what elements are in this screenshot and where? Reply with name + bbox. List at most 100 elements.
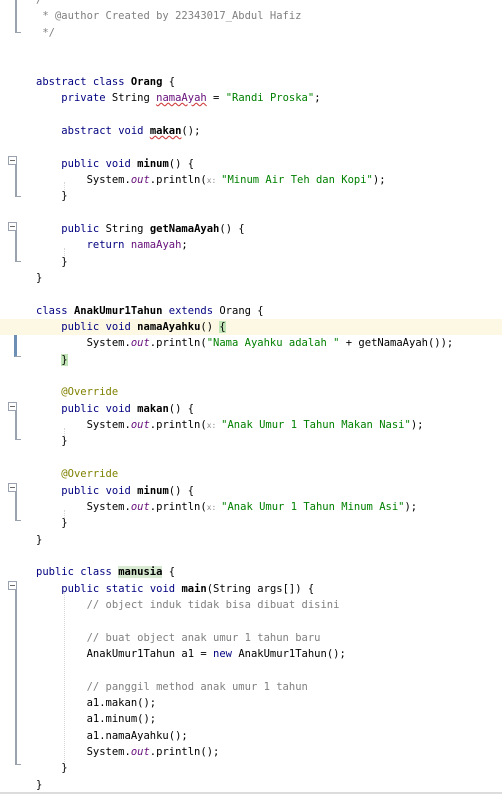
code-line[interactable] [0,548,502,564]
code-line[interactable]: a1.makan(); [0,695,502,711]
code-token: String [105,222,150,235]
code-line[interactable]: System.out.println(); [0,744,502,760]
code-line[interactable] [0,205,502,221]
code-line[interactable]: } [0,515,502,531]
code-token: System. [36,500,131,513]
code-token: out [130,173,150,186]
code-line[interactable]: System.out.println(x: "Minum Air Teh dan… [0,172,502,188]
code-text: } [36,760,68,776]
code-line[interactable]: public class manusia { [0,564,502,580]
code-line[interactable]: public void minum() { [0,156,502,172]
code-token: void [105,402,138,415]
code-line[interactable] [0,106,502,122]
code-text: System.out.println(x: "Minum Air Teh dan… [36,172,386,189]
code-token: () [200,321,220,333]
code-line[interactable]: } [0,270,502,286]
code-text: public String getNamaAyah() { [36,221,244,237]
code-line[interactable]: @Override [0,466,502,482]
code-line[interactable]: } [0,188,502,204]
code-token: abstract [61,124,119,137]
code-line[interactable]: */ [0,25,502,41]
code-token: return [86,239,131,252]
code-token: public [36,566,81,579]
code-token: ); [404,500,418,513]
code-line[interactable]: @Override [0,384,502,400]
code-line[interactable]: } [0,433,502,449]
code-token: x: [206,175,222,185]
code-token: { [162,75,176,88]
code-line[interactable]: abstract void makan(); [0,123,502,139]
code-token: // object induk tidak bisa dibuat disini [86,598,340,611]
code-line[interactable]: abstract class Orang { [0,74,502,90]
code-line[interactable] [0,57,502,73]
code-text: public static void main(String args[]) { [36,581,314,597]
code-token: "Anak Umur 1 Tahun Minum Asi" [221,500,405,513]
code-token: { [162,566,176,579]
code-text: public class manusia { [36,564,175,580]
code-text: public void makan() { [36,401,194,417]
code-token: } [36,435,68,448]
code-line[interactable] [0,41,502,57]
code-line[interactable]: } [0,760,502,776]
code-line[interactable]: public String getNamaAyah() { [0,221,502,237]
code-line[interactable]: private String namaAyah = "Randi Proska"… [0,90,502,106]
code-line[interactable] [0,368,502,384]
code-token: "Minum Air Teh dan Kopi" [221,173,373,186]
code-line[interactable] [0,613,502,629]
code-line[interactable]: public void makan() { [0,401,502,417]
code-line[interactable]: System.out.println(x: "Anak Umur 1 Tahun… [0,499,502,515]
code-line[interactable]: public void minum() { [0,483,502,499]
code-line[interactable]: a1.namaAyahku(); [0,728,502,744]
code-line[interactable]: AnakUmur1Tahun a1 = new AnakUmur1Tahun()… [0,646,502,662]
code-token: } [36,762,68,775]
code-token: minum [137,157,169,170]
code-token: ; [314,92,321,105]
code-line[interactable]: // buat object anak umur 1 tahun baru [0,630,502,646]
code-line[interactable]: } [0,777,502,793]
code-line[interactable]: class AnakUmur1Tahun extends Orang { [0,303,502,319]
code-token: */ [36,26,55,39]
code-token: .println( [149,500,207,513]
code-token: @Override [61,468,119,481]
code-text: a1.namaAyahku(); [36,728,188,744]
code-token: AnakUmur1Tahun [73,304,163,317]
code-line[interactable] [0,286,502,302]
code-line[interactable]: public static void main(String args[]) { [0,581,502,597]
code-token: @Override [61,386,119,399]
code-line[interactable]: // panggil method anak umur 1 tahun [0,679,502,695]
code-line[interactable]: System.out.println("Nama Ayahku adalah "… [0,335,502,351]
code-line[interactable]: } [0,254,502,270]
code-line[interactable] [0,450,502,466]
code-line[interactable] [0,139,502,155]
code-editor[interactable]: /** * @author Created by 22343017_Abdul … [0,0,502,794]
code-token: void [105,321,138,333]
code-text: // panggil method anak umur 1 tahun [36,679,308,695]
code-line[interactable]: } [0,352,502,368]
code-line[interactable]: /** [0,0,502,8]
code-line[interactable]: a1.minum(); [0,711,502,727]
code-line-current[interactable]: public void namaAyahku() { [0,319,502,335]
code-text: System.out.println(); [36,744,220,760]
code-line[interactable]: // object induk tidak bisa dibuat disini [0,597,502,613]
code-token: System. [36,337,131,350]
code-token: x: [206,502,222,512]
code-text: } [36,515,67,531]
code-token: AnakUmur1Tahun a1 = [36,648,214,660]
code-line[interactable]: System.out.println(x: "Anak Umur 1 Tahun… [0,417,502,433]
code-line[interactable] [0,662,502,678]
code-line[interactable]: * @author Created by 22343017_Abdul Hafi… [0,8,502,24]
code-token: out [130,419,150,432]
code-token: class [36,304,74,317]
code-line[interactable]: return namaAyah; [0,237,502,253]
code-token: main [181,582,207,595]
code-token: a1.minum(); [36,713,157,726]
code-token: out [130,337,150,350]
code-token: .println( [149,419,207,432]
code-line[interactable]: } [0,532,502,548]
